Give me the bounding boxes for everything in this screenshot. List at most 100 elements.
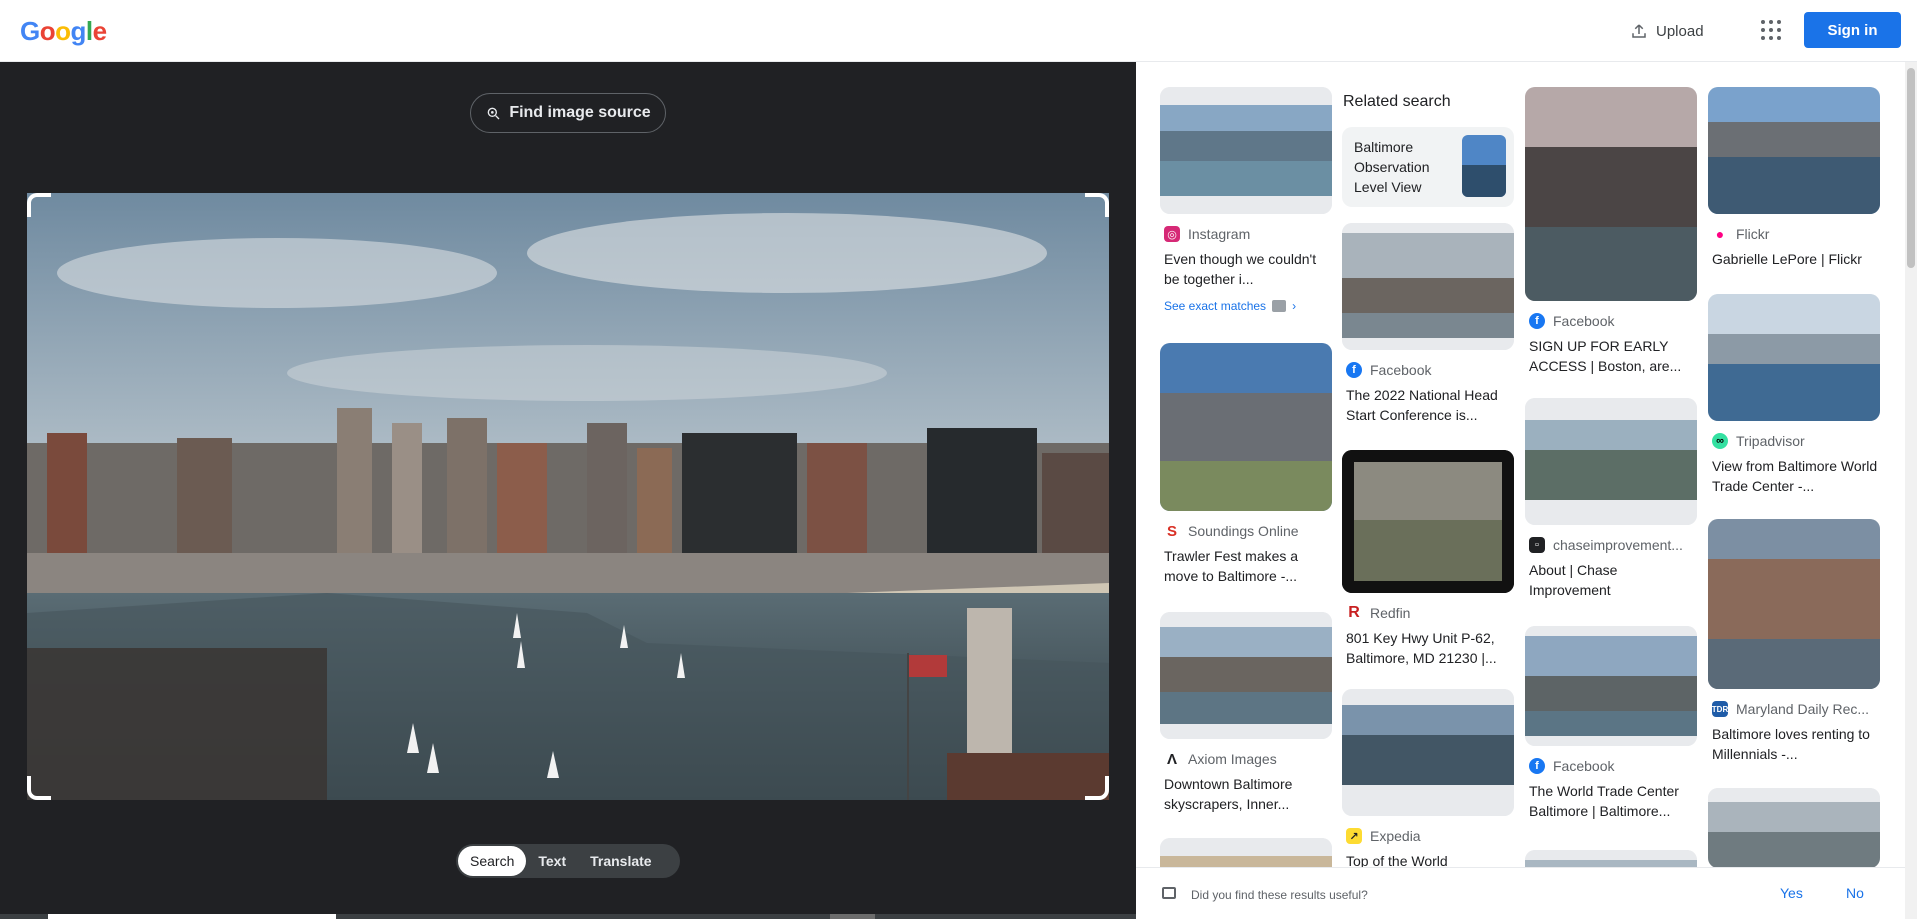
result-source: ▫ chaseimprovement...	[1525, 537, 1697, 553]
result-thumbnail[interactable]	[1160, 612, 1332, 739]
source-label: Tripadvisor	[1736, 433, 1805, 449]
scrollbar-thumb[interactable]	[1907, 68, 1915, 268]
logo-letter: g	[70, 16, 87, 46]
result-card[interactable]: ▫ chaseimprovement... About | Chase Impr…	[1525, 398, 1697, 600]
related-search-chip[interactable]: Baltimore Observation Level View	[1342, 127, 1514, 207]
source-label: Redfin	[1370, 605, 1411, 621]
result-thumbnail[interactable]	[1342, 223, 1514, 350]
expedia-icon: ↗	[1346, 828, 1362, 844]
feedback-question: Did you find these results useful?	[1191, 888, 1368, 902]
crop-handle-bottom-right[interactable]	[1085, 776, 1109, 800]
source-label: Soundings Online	[1188, 523, 1299, 539]
axiom-icon: Λ	[1164, 751, 1180, 767]
see-exact-matches-label: See exact matches	[1164, 299, 1267, 313]
search-image[interactable]	[27, 193, 1109, 800]
result-title[interactable]: About | Chase Improvement	[1525, 560, 1697, 600]
result-card[interactable]: f Facebook The 2022 National Head Start …	[1342, 223, 1514, 425]
result-card[interactable]: ↗ Expedia Top of the World	[1342, 689, 1514, 871]
source-label: Expedia	[1370, 828, 1421, 844]
sign-in-button[interactable]: Sign in	[1804, 12, 1901, 48]
see-exact-matches-link[interactable]: See exact matches ›	[1160, 299, 1332, 313]
logo-letter: o	[39, 16, 56, 46]
result-card[interactable]: S Soundings Online Trawler Fest makes a …	[1160, 343, 1332, 586]
logo-letter: o	[55, 16, 71, 46]
source-label: Axiom Images	[1188, 751, 1277, 767]
feedback-yes-button[interactable]: Yes	[1780, 885, 1803, 901]
facebook-icon: f	[1346, 362, 1362, 378]
result-thumbnail[interactable]	[1525, 626, 1697, 746]
result-card[interactable]: ◎ Instagram Even though we couldn't be t…	[1160, 87, 1332, 313]
result-card[interactable]: f Facebook The World Trade Center Baltim…	[1525, 626, 1697, 821]
result-thumbnail[interactable]	[1525, 398, 1697, 525]
mode-selector: Search Text Translate	[456, 844, 680, 878]
result-source: ◎ Instagram	[1160, 226, 1332, 242]
result-thumbnail[interactable]	[1525, 87, 1697, 301]
mode-translate-tab[interactable]: Translate	[578, 846, 663, 876]
result-card[interactable]: ● Flickr Gabrielle LePore | Flickr	[1708, 87, 1880, 269]
result-title[interactable]: The 2022 National Head Start Conference …	[1342, 385, 1514, 425]
result-thumbnail[interactable]	[1708, 87, 1880, 214]
result-source: R Redfin	[1342, 605, 1514, 621]
mode-text-tab[interactable]: Text	[526, 846, 578, 876]
result-title[interactable]: SIGN UP FOR EARLY ACCESS | Boston, are..…	[1525, 336, 1697, 376]
result-thumbnail[interactable]	[1708, 294, 1880, 421]
related-search-label: Baltimore Observation Level View	[1354, 139, 1430, 195]
result-source: f Facebook	[1342, 362, 1514, 378]
website-icon: ▫	[1529, 537, 1545, 553]
source-label: Facebook	[1553, 758, 1615, 774]
feedback-no-button[interactable]: No	[1846, 885, 1864, 901]
result-title[interactable]: Gabrielle LePore | Flickr	[1708, 249, 1880, 269]
result-card[interactable]: R Redfin 801 Key Hwy Unit P-62, Baltimor…	[1342, 450, 1514, 668]
bottom-strip-segment	[830, 914, 875, 919]
feedback-bar: Did you find these results useful? Yes N…	[1136, 867, 1917, 919]
find-image-source-button[interactable]: Find image source	[470, 93, 666, 133]
bottom-strip	[0, 914, 1136, 919]
apps-grid-icon[interactable]	[1760, 19, 1782, 41]
source-label: Facebook	[1553, 313, 1615, 329]
result-title[interactable]: The World Trade Center Baltimore | Balti…	[1525, 781, 1697, 821]
result-thumbnail[interactable]	[1708, 519, 1880, 689]
source-label: Facebook	[1370, 362, 1432, 378]
result-source: ● Flickr	[1708, 226, 1880, 242]
source-label: Instagram	[1188, 226, 1251, 242]
mdr-icon: TDR	[1712, 701, 1728, 717]
results-pane: ◎ Instagram Even though we couldn't be t…	[1136, 62, 1917, 919]
result-card[interactable]: Λ Axiom Images Downtown Baltimore skyscr…	[1160, 612, 1332, 814]
crop-handle-top-left[interactable]	[27, 193, 51, 217]
find-image-source-label: Find image source	[509, 104, 651, 121]
lens-search-icon	[487, 107, 500, 120]
google-logo[interactable]: Google	[20, 16, 107, 47]
result-title[interactable]: 801 Key Hwy Unit P-62, Baltimore, MD 212…	[1342, 628, 1514, 668]
result-title[interactable]: Trawler Fest makes a move to Baltimore -…	[1160, 546, 1332, 586]
result-card[interactable]: TDR Maryland Daily Rec... Baltimore love…	[1708, 519, 1880, 764]
result-title[interactable]: Downtown Baltimore skyscrapers, Inner...	[1160, 774, 1332, 814]
related-search-heading: Related search	[1343, 93, 1451, 110]
result-thumbnail[interactable]	[1342, 450, 1514, 593]
result-title[interactable]: Even though we couldn't be together i...	[1160, 249, 1332, 289]
result-thumbnail[interactable]	[1708, 788, 1880, 868]
result-card[interactable]: ∞ Tripadvisor View from Baltimore World …	[1708, 294, 1880, 496]
source-label: Maryland Daily Rec...	[1736, 701, 1870, 717]
result-thumbnail[interactable]	[1160, 343, 1332, 511]
instagram-icon: ◎	[1164, 226, 1180, 242]
result-thumbnail[interactable]	[1160, 87, 1332, 214]
result-thumbnail[interactable]	[1342, 689, 1514, 816]
result-source: ↗ Expedia	[1342, 828, 1514, 844]
mode-search-tab[interactable]: Search	[458, 846, 527, 876]
result-source: ∞ Tripadvisor	[1708, 433, 1880, 449]
tripadvisor-icon: ∞	[1712, 433, 1728, 449]
bottom-strip-segment	[48, 914, 336, 919]
result-card[interactable]: f Facebook SIGN UP FOR EARLY ACCESS | Bo…	[1525, 87, 1697, 376]
crop-handle-top-right[interactable]	[1085, 193, 1109, 217]
result-source: Λ Axiom Images	[1160, 751, 1332, 767]
crop-handle-bottom-left[interactable]	[27, 776, 51, 800]
logo-letter: e	[92, 16, 107, 46]
upload-button[interactable]: Upload	[1630, 18, 1704, 44]
result-title[interactable]: View from Baltimore World Trade Center -…	[1708, 456, 1880, 496]
image-viewer-pane: Find image source Search Text Translate	[0, 62, 1136, 919]
result-card[interactable]	[1708, 788, 1880, 868]
source-label: Flickr	[1736, 226, 1770, 242]
results-scrollbar[interactable]	[1905, 62, 1917, 919]
result-title[interactable]: Baltimore loves renting to Millennials -…	[1708, 724, 1880, 764]
related-search-thumbnail	[1462, 135, 1506, 197]
